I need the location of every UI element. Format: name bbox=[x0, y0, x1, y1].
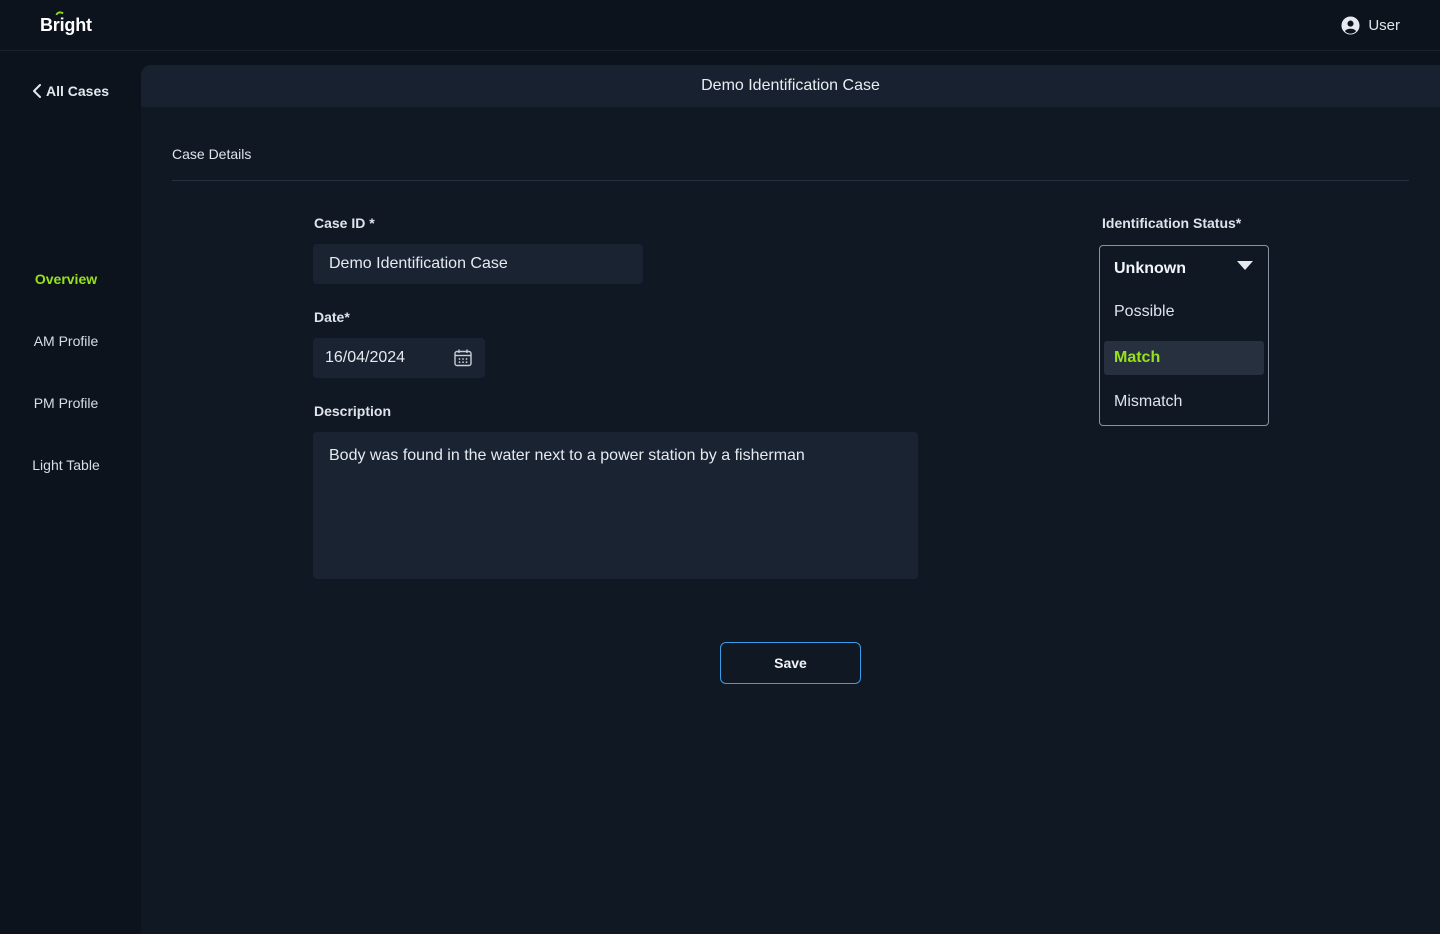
all-cases-link[interactable]: All Cases bbox=[32, 83, 109, 99]
date-label: Date* bbox=[314, 309, 350, 325]
main-panel: Demo Identification Case Case Details Ca… bbox=[141, 65, 1440, 934]
case-id-label: Case ID * bbox=[314, 215, 375, 231]
page-title-text: Demo Identification Case bbox=[701, 77, 880, 94]
app-logo[interactable]: Bright bbox=[40, 15, 92, 36]
user-name: User bbox=[1368, 16, 1400, 34]
status-option-mismatch[interactable]: Mismatch bbox=[1104, 385, 1264, 419]
caret-down-icon[interactable] bbox=[1237, 261, 1253, 270]
sidebar-item-am-profile[interactable]: AM Profile bbox=[0, 333, 132, 349]
status-option-match[interactable]: Match bbox=[1104, 341, 1264, 375]
description-textarea[interactable]: Body was found in the water next to a po… bbox=[313, 432, 918, 579]
save-button[interactable]: Save bbox=[720, 642, 861, 684]
user-menu[interactable]: User bbox=[1341, 15, 1400, 35]
sidebar-item-overview[interactable]: Overview bbox=[0, 271, 132, 287]
sidebar-item-light-table[interactable]: Light Table bbox=[0, 457, 132, 473]
dropdown-selected-value[interactable]: Unknown bbox=[1114, 260, 1254, 278]
date-value: 16/04/2024 bbox=[325, 349, 406, 366]
section-title: Case Details bbox=[172, 146, 252, 162]
page-title: Demo Identification Case bbox=[141, 65, 1440, 107]
calendar-icon[interactable] bbox=[453, 348, 473, 368]
identification-status-dropdown[interactable]: Unknown Possible Match Mismatch bbox=[1099, 245, 1269, 426]
section-divider bbox=[172, 180, 1409, 181]
user-circle-icon bbox=[1341, 15, 1360, 35]
description-label: Description bbox=[314, 403, 392, 419]
case-id-input[interactable] bbox=[313, 244, 643, 284]
all-cases-label: All Cases bbox=[46, 83, 110, 99]
sidebar: All Cases Overview AM Profile PM Profile… bbox=[0, 51, 141, 934]
sidebar-item-pm-profile[interactable]: PM Profile bbox=[0, 395, 132, 411]
chevron-left-icon bbox=[33, 84, 41, 98]
status-option-possible[interactable]: Possible bbox=[1104, 295, 1264, 329]
identification-status-label: Identification Status* bbox=[1102, 215, 1242, 231]
date-field[interactable]: 16/04/2024 bbox=[313, 338, 485, 378]
top-bar: Bright User bbox=[0, 0, 1440, 51]
